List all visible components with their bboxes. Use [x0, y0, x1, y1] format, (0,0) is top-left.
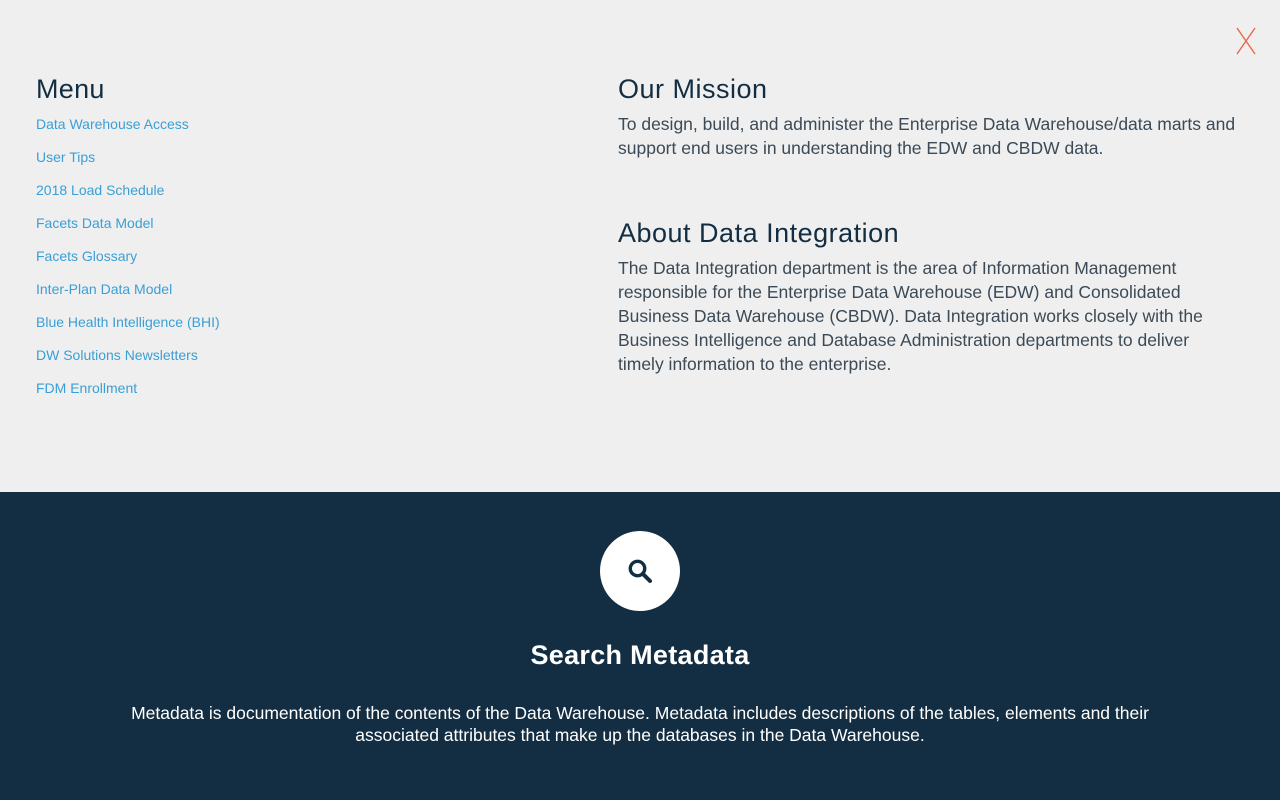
menu-link-inter-plan-data-model[interactable]: Inter-Plan Data Model	[36, 281, 172, 297]
menu-link-facets-glossary[interactable]: Facets Glossary	[36, 248, 137, 264]
menu-list: Data Warehouse Access User Tips 2018 Loa…	[36, 114, 556, 411]
mission-text: To design, build, and administer the Ent…	[618, 114, 1236, 158]
menu-item: Data Warehouse Access	[36, 114, 556, 147]
info-section: Our Mission To design, build, and admini…	[618, 70, 1238, 374]
menu-title: Menu	[36, 74, 105, 104]
about-title: About Data Integration	[618, 218, 900, 248]
close-icon	[1236, 27, 1256, 55]
search-title[interactable]: Search Metadata	[0, 637, 1280, 673]
search-button[interactable]	[600, 531, 680, 611]
menu-item: User Tips	[36, 147, 556, 180]
menu-link-load-schedule[interactable]: 2018 Load Schedule	[36, 182, 164, 198]
search-description: Metadata is documentation of the content…	[131, 703, 1149, 745]
menu-link-fdm-enrollment[interactable]: FDM Enrollment	[36, 380, 137, 396]
menu-link-dw-newsletters[interactable]: DW Solutions Newsletters	[36, 347, 198, 363]
menu-item: DW Solutions Newsletters	[36, 345, 556, 378]
mission-block: Our Mission To design, build, and admini…	[618, 70, 1238, 160]
menu-item: FDM Enrollment	[36, 378, 556, 411]
menu-item: Blue Health Intelligence (BHI)	[36, 312, 556, 345]
search-metadata-section: Search Metadata Metadata is documentatio…	[0, 492, 1280, 800]
about-block: About Data Integration The Data Integrat…	[618, 214, 1238, 376]
menu-item: Facets Data Model	[36, 213, 556, 246]
menu-link-user-tips[interactable]: User Tips	[36, 149, 95, 165]
menu-link-data-warehouse-access[interactable]: Data Warehouse Access	[36, 116, 189, 132]
menu-link-facets-data-model[interactable]: Facets Data Model	[36, 215, 154, 231]
menu-overlay: Menu Data Warehouse Access User Tips 201…	[0, 0, 1280, 492]
menu-item: Inter-Plan Data Model	[36, 279, 556, 312]
menu-section: Menu Data Warehouse Access User Tips 201…	[36, 70, 556, 411]
search-icon	[628, 559, 652, 583]
menu-item: Facets Glossary	[36, 246, 556, 279]
menu-item: 2018 Load Schedule	[36, 180, 556, 213]
menu-link-bhi[interactable]: Blue Health Intelligence (BHI)	[36, 314, 220, 330]
about-text: The Data Integration department is the a…	[618, 258, 1203, 374]
close-button[interactable]	[1232, 24, 1260, 58]
mission-title: Our Mission	[618, 74, 768, 104]
